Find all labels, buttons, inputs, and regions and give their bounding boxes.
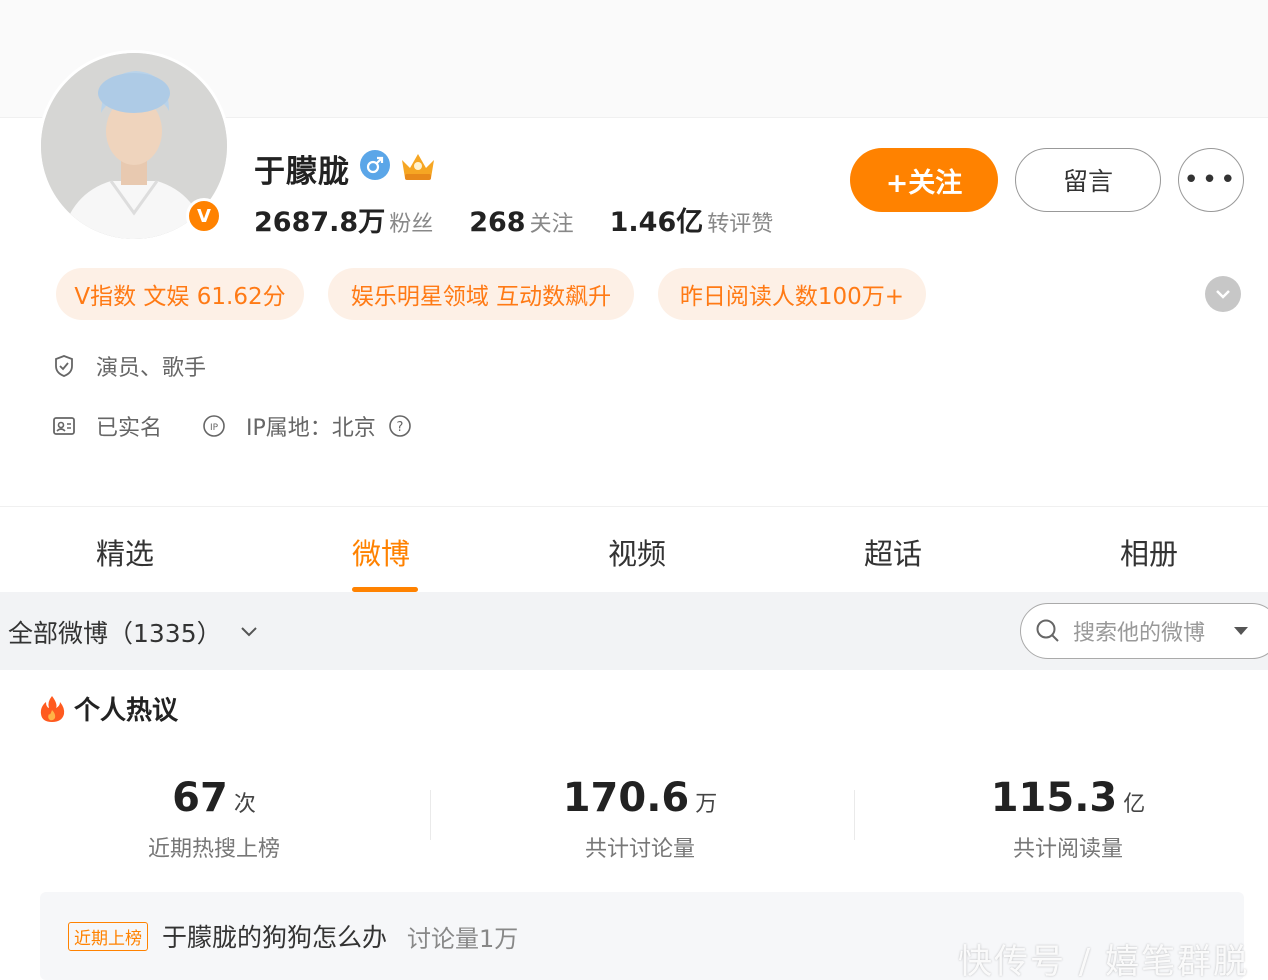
metric-divider: [854, 790, 855, 840]
metric-unit: 万: [695, 792, 718, 817]
svg-text:IP: IP: [210, 423, 219, 433]
tab-video[interactable]: 视频: [608, 531, 666, 573]
weibo-filter-dropdown[interactable]: 全部微博（1335）: [8, 614, 258, 650]
ip-icon: IP: [202, 414, 226, 438]
hot-section-label: 个人热议: [74, 696, 179, 726]
recent-rank-badge: 近期上榜: [68, 921, 148, 951]
metric-value: 67: [172, 775, 228, 821]
real-name-text: 已实名: [96, 416, 163, 441]
followers-label: 粉丝: [389, 212, 434, 237]
occupation-row: 演员、歌手: [52, 350, 206, 382]
tag-domain[interactable]: 娱乐明星领域 互动数飙升: [328, 268, 634, 320]
tag-v-index[interactable]: V指数 文娱 61.62分: [56, 268, 304, 320]
hot-section-title: 个人热议: [38, 690, 178, 727]
more-button[interactable]: •••: [1178, 148, 1244, 212]
followers-count: 2687.8万: [254, 207, 386, 238]
metric-label: 共计讨论量: [584, 837, 695, 862]
search-dropdown-icon[interactable]: [1233, 626, 1249, 636]
tab-album[interactable]: 相册: [1120, 531, 1178, 573]
search-input[interactable]: 搜索他的微博: [1020, 603, 1268, 659]
follow-button[interactable]: +关注: [850, 148, 998, 212]
stat-followers[interactable]: 2687.8万 粉丝: [254, 200, 433, 239]
following-count: 268: [469, 207, 526, 238]
hot-topic-text: 于朦胧的狗狗怎么办: [162, 923, 388, 952]
metric-reads: 115.3 亿 共计阅读量: [918, 775, 1218, 863]
filter-bar: 全部微博（1335） 搜索他的微博: [0, 592, 1268, 670]
occupation-text: 演员、歌手: [96, 356, 207, 381]
weibo-filter-label: 全部微博（1335）: [8, 619, 222, 648]
tab-featured[interactable]: 精选: [96, 531, 154, 573]
stat-following[interactable]: 268 关注: [469, 206, 573, 238]
id-card-icon: [52, 414, 76, 438]
metric-value: 115.3: [990, 775, 1118, 821]
chevron-down-icon: [240, 626, 258, 638]
shield-icon: [52, 354, 76, 378]
watermark: 快传号 / 嬉笔群脱: [958, 942, 1250, 980]
identity-row: 已实名 IP IP属地：北京 ?: [52, 410, 432, 442]
profile-stats: 2687.8万 粉丝 268 关注 1.46亿 转评赞: [254, 200, 809, 239]
male-icon: [360, 150, 390, 180]
search-icon: [1035, 618, 1061, 644]
message-button[interactable]: 留言: [1015, 148, 1161, 212]
tag-readers[interactable]: 昨日阅读人数100万+: [658, 268, 926, 320]
metric-discussion: 170.6 万 共计讨论量: [490, 775, 790, 863]
tab-super-topic[interactable]: 超话: [864, 531, 922, 573]
expand-icon[interactable]: [1205, 276, 1241, 312]
hot-topic-discussion: 讨论量1万: [407, 924, 519, 953]
help-icon[interactable]: ?: [388, 414, 412, 438]
svg-text:?: ?: [396, 420, 403, 435]
tab-weibo[interactable]: 微博: [352, 531, 410, 573]
metric-hot-search: 67 次 近期热搜上榜: [64, 775, 364, 863]
verified-badge: V: [186, 198, 222, 234]
metric-value: 170.6: [562, 775, 690, 821]
ip-location-text: IP属地：北京: [246, 416, 376, 441]
profile-name: 于朦胧: [254, 154, 350, 190]
stat-likes: 1.46亿 转评赞: [610, 200, 774, 239]
likes-count: 1.46亿: [609, 207, 704, 238]
metric-divider: [430, 790, 431, 840]
crown-icon: [398, 146, 438, 184]
search-placeholder: 搜索他的微博: [1073, 621, 1206, 646]
metric-unit: 次: [233, 792, 256, 817]
likes-label: 转评赞: [707, 212, 774, 237]
profile-tabs: 精选 微博 视频 超话 相册: [0, 506, 1268, 592]
fire-icon: [38, 694, 66, 724]
metric-label: 近期热搜上榜: [147, 837, 280, 862]
metric-unit: 亿: [1123, 792, 1146, 817]
metric-label: 共计阅读量: [1012, 837, 1123, 862]
following-label: 关注: [529, 212, 574, 237]
